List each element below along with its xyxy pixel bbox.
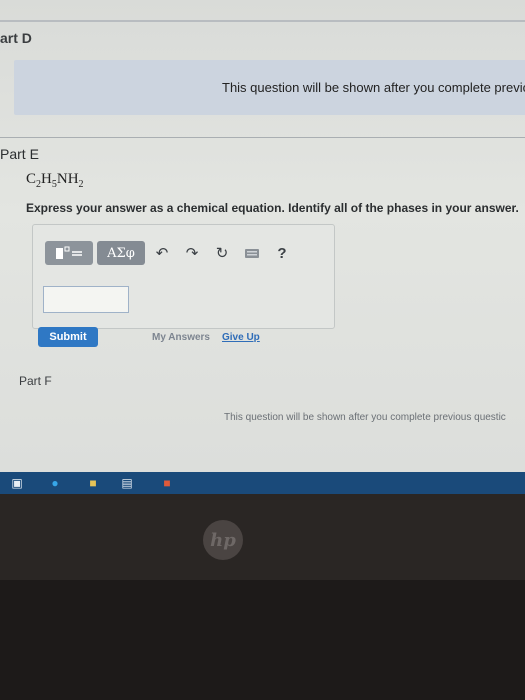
equation-toolbar: ΑΣφ ↶ ↷ ↻ ? [45,239,299,267]
help-icon[interactable]: ? [269,241,295,265]
file-explorer-icon[interactable]: ■ [84,475,102,491]
part-d-hidden-message: This question will be shown after you co… [222,80,525,95]
part-f-label: Part F [19,374,52,388]
browser-icon[interactable]: ● [46,475,64,491]
formula-nh-sub: 2 [78,179,84,190]
laptop-keyboard-area [0,580,525,700]
chemical-formula: C2H5NH2 [26,171,84,190]
reset-icon[interactable]: ↻ [209,241,235,265]
hp-logo-text: hp [210,529,236,551]
answer-input[interactable] [43,286,129,313]
redo-icon[interactable]: ↷ [179,241,205,265]
answer-panel: ΑΣφ ↶ ↷ ↻ ? [32,224,335,329]
task-view-icon[interactable]: ▣ [8,475,26,491]
give-up-link[interactable]: Give Up [222,332,260,343]
keyboard-icon[interactable] [239,241,265,265]
top-divider [0,20,525,22]
greek-symbols-button[interactable]: ΑΣφ [97,241,145,265]
formula-c: C [26,171,37,187]
undo-icon[interactable]: ↶ [149,241,175,265]
template-icon [56,246,82,259]
part-e-label: Part E [0,146,39,162]
my-answers-link[interactable]: My Answers [152,332,210,343]
submit-button[interactable]: Submit [38,327,98,347]
part-d-label: art D [0,30,32,46]
hp-logo: hp [203,520,243,560]
part-d-hidden-panel: This question will be shown after you co… [14,60,525,115]
keyboard-glyph [245,249,259,258]
formula-nh: NH [56,171,79,187]
office-icon[interactable]: ■ [158,475,176,491]
instruction-text: Express your answer as a chemical equati… [26,201,519,215]
store-icon[interactable]: ▤ [118,475,136,491]
section-divider [0,137,525,138]
windows-taskbar: ▣ ● ■ ▤ ■ [0,472,525,494]
formula-h: H [41,171,52,187]
part-f-hidden-message: This question will be shown after you co… [224,412,506,423]
browser-screen: art D This question will be shown after … [0,0,525,472]
templates-button[interactable] [45,241,93,265]
